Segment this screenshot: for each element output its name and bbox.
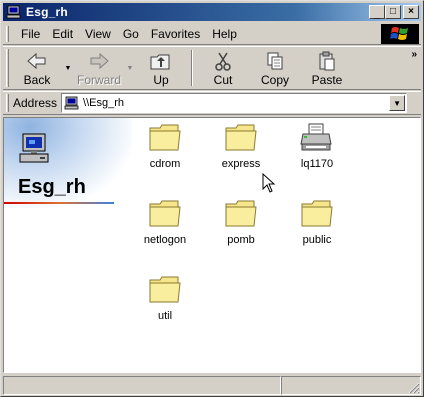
paste-icon <box>315 51 339 71</box>
item-label: express <box>221 158 261 170</box>
close-icon: × <box>408 6 414 17</box>
folder-item-util[interactable]: util <box>132 274 198 322</box>
up-button[interactable]: Up <box>135 48 187 88</box>
item-label: util <box>157 310 173 322</box>
panel-title: Esg_rh <box>18 176 86 198</box>
status-bar <box>3 376 421 395</box>
item-label: cdrom <box>149 158 181 170</box>
folder-icon <box>148 198 182 230</box>
folder-icon <box>300 198 334 230</box>
folder-item-cdrom[interactable]: cdrom <box>132 122 198 170</box>
panel-divider <box>4 202 114 204</box>
forward-dropdown-icon: ▼ <box>126 64 134 72</box>
menu-edit[interactable]: Edit <box>46 27 79 41</box>
address-dropdown-button[interactable]: ▼ <box>389 95 406 111</box>
copy-label: Copy <box>260 73 289 87</box>
copy-icon <box>263 51 287 71</box>
folder-icon <box>148 122 182 154</box>
address-bar: Address \\Esg_rh ▼ <box>3 91 421 115</box>
menu-go[interactable]: Go <box>117 27 145 41</box>
folder-icon <box>148 274 182 306</box>
folder-item-public[interactable]: public <box>284 198 350 246</box>
menu-favorites[interactable]: Favorites <box>145 27 206 41</box>
folder-view: Esg_rh cdrom express lq1170 netlogon pom… <box>3 117 421 373</box>
status-pane-main <box>3 376 281 395</box>
minimize-icon: _ <box>374 8 380 20</box>
forward-arrow-icon <box>87 51 111 71</box>
status-pane-zone <box>281 376 421 395</box>
paste-button[interactable]: Paste <box>301 48 353 88</box>
forward-label: Forward <box>76 73 121 87</box>
resize-grip-icon[interactable] <box>406 380 420 394</box>
scissors-icon <box>211 51 235 71</box>
address-input[interactable]: \\Esg_rh ▼ <box>61 93 408 113</box>
network-computer-icon <box>18 132 52 166</box>
address-label: Address <box>13 96 58 110</box>
item-label: pomb <box>227 234 255 246</box>
toolbar-grip[interactable] <box>6 49 9 87</box>
maximize-button[interactable]: □ <box>385 5 401 19</box>
item-label: public <box>302 234 332 246</box>
chevron-down-icon: ▼ <box>393 98 401 108</box>
menu-file[interactable]: File <box>15 27 46 41</box>
network-computer-icon <box>6 5 22 19</box>
back-dropdown[interactable]: ▼ <box>63 48 73 88</box>
cut-label: Cut <box>213 73 233 87</box>
folder-icon <box>224 198 258 230</box>
folder-item-netlogon[interactable]: netlogon <box>132 198 198 246</box>
toolbar-overflow-icon[interactable]: » <box>411 49 417 60</box>
copy-button[interactable]: Copy <box>249 48 301 88</box>
menu-grip[interactable] <box>6 25 9 42</box>
menu-help[interactable]: Help <box>206 27 243 41</box>
item-label: lq1170 <box>300 158 334 170</box>
forward-button[interactable]: Forward <box>73 48 125 88</box>
standard-toolbar: Back ▼ Forward ▼ Up Cut Copy Paste » <box>3 46 421 90</box>
maximize-icon: □ <box>389 6 397 17</box>
explorer-window: Esg_rh _ □ × File Edit View Go Favorites… <box>0 0 424 397</box>
mouse-pointer-icon <box>262 172 276 193</box>
forward-dropdown[interactable]: ▼ <box>125 48 135 88</box>
back-button[interactable]: Back <box>11 48 63 88</box>
close-button[interactable]: × <box>403 5 419 19</box>
folder-item-express[interactable]: express <box>208 122 274 170</box>
menu-bar: File Edit View Go Favorites Help <box>3 23 421 45</box>
network-computer-icon <box>64 96 80 110</box>
back-arrow-icon <box>25 51 49 71</box>
cut-button[interactable]: Cut <box>197 48 249 88</box>
title-bar[interactable]: Esg_rh _ □ × <box>3 3 421 21</box>
printer-item-lq1170[interactable]: lq1170 <box>284 122 350 170</box>
up-label: Up <box>153 73 169 87</box>
info-panel: Esg_rh <box>4 118 132 372</box>
printer-icon <box>300 122 334 154</box>
folder-item-pomb[interactable]: pomb <box>208 198 274 246</box>
toolbar-separator <box>191 50 193 86</box>
up-folder-icon <box>149 51 173 71</box>
minimize-button[interactable]: _ <box>369 5 385 19</box>
address-grip[interactable] <box>6 94 9 112</box>
back-dropdown-icon: ▼ <box>64 64 72 72</box>
windows-logo-icon <box>381 24 419 44</box>
back-label: Back <box>23 73 51 87</box>
paste-label: Paste <box>311 73 343 87</box>
window-title: Esg_rh <box>26 5 68 19</box>
folder-icon <box>224 122 258 154</box>
menu-view[interactable]: View <box>79 27 117 41</box>
item-label: netlogon <box>143 234 187 246</box>
address-value: \\Esg_rh <box>83 97 124 109</box>
